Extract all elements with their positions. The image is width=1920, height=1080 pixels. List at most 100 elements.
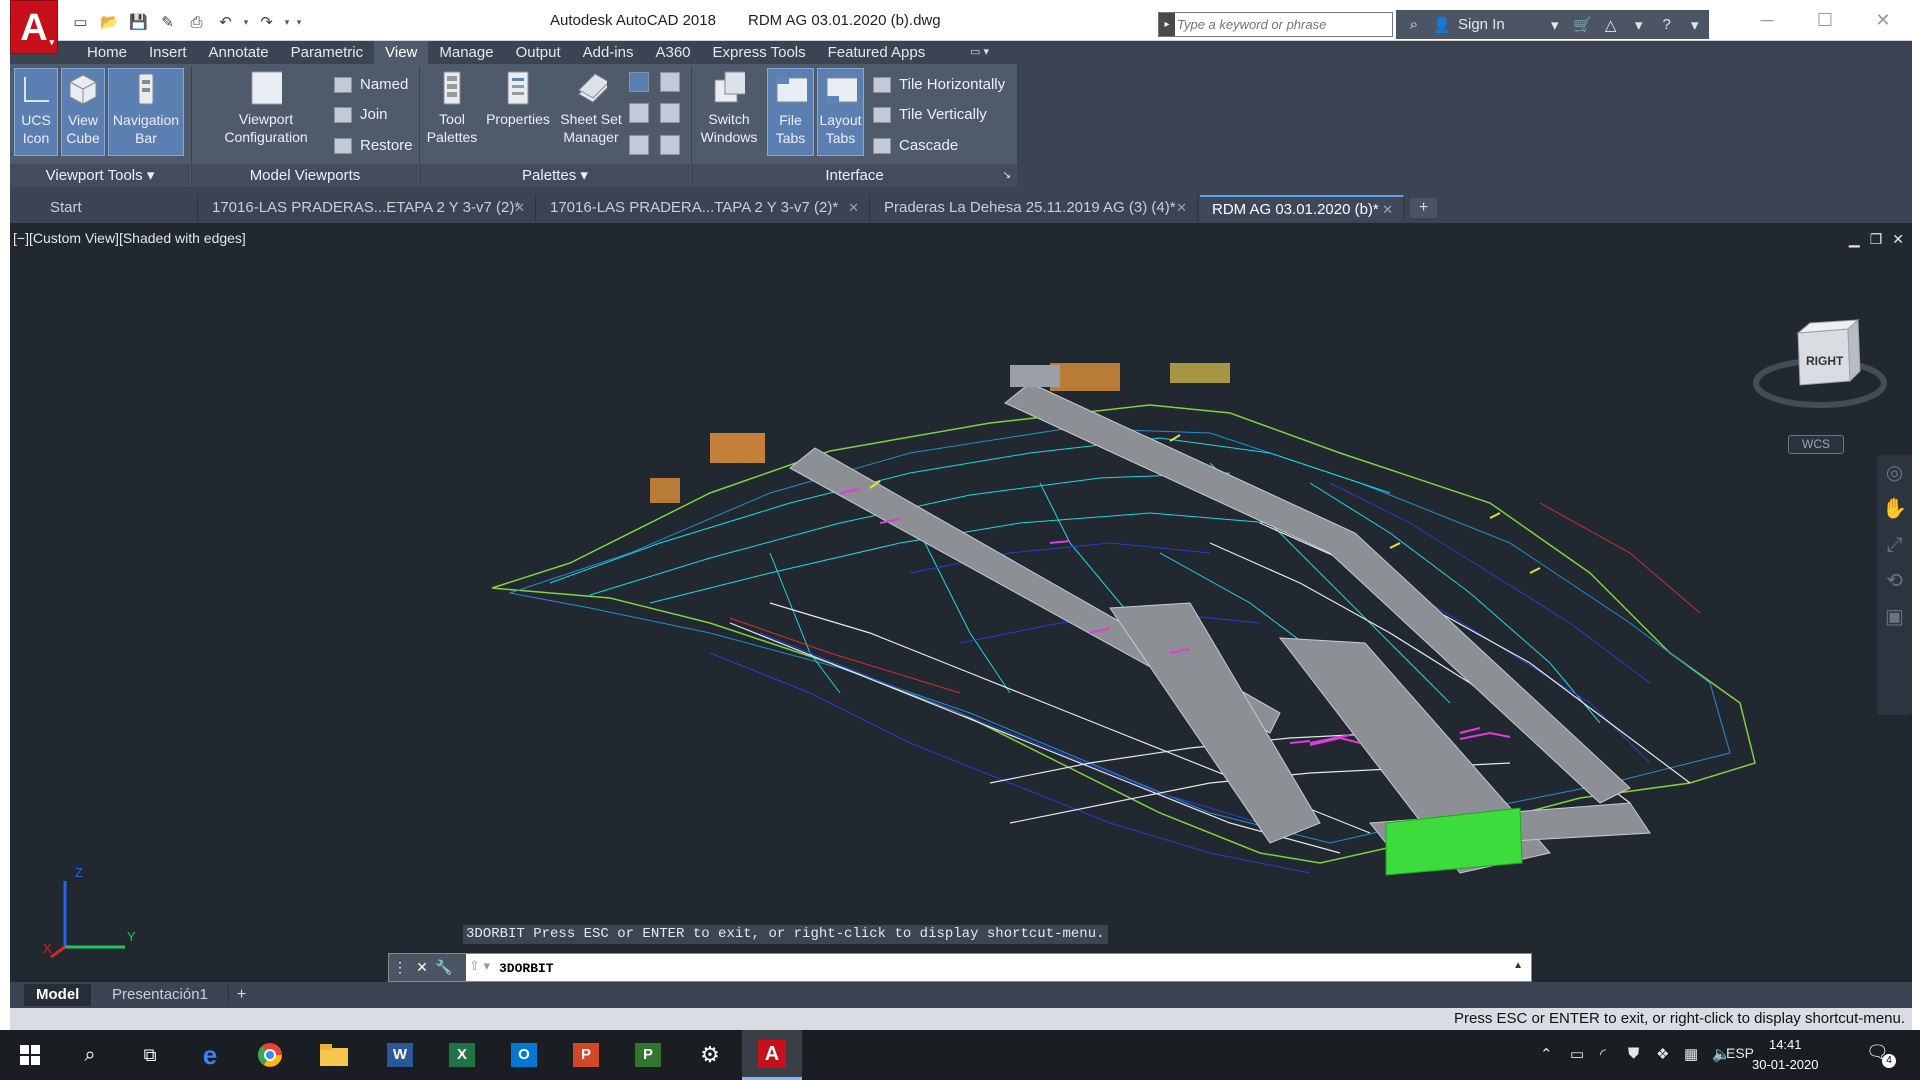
tab-annotate[interactable]: Annotate — [198, 41, 280, 64]
properties-button[interactable]: Properties — [482, 68, 554, 162]
dialog-launcher-icon[interactable]: ↘ — [1003, 164, 1011, 187]
network-icon[interactable]: ▦ — [1684, 1045, 1698, 1063]
file-tabs-button[interactable]: File Tabs — [767, 68, 814, 156]
tab-home[interactable]: Home — [76, 41, 138, 64]
file-tab-start[interactable]: Start — [38, 195, 198, 221]
tab-view[interactable]: View — [374, 41, 429, 64]
undo-dropdown-icon[interactable]: ▾ — [242, 17, 250, 28]
grip-icon[interactable]: ⋮ — [389, 959, 411, 976]
command-history-toggle-icon[interactable]: ▲ — [1513, 960, 1523, 971]
file-explorer-icon[interactable] — [304, 1030, 364, 1080]
file-tab[interactable]: 17016-LAS PRADERAS...ETAPA 2 Y 3-v7 (2)*… — [200, 195, 536, 221]
tile-vertically-button[interactable]: Tile Vertically — [873, 106, 987, 123]
customize-qat-icon[interactable]: ▾ — [295, 17, 303, 28]
ucs-icon-button[interactable]: UCS Icon — [14, 68, 58, 156]
join-viewports-button[interactable]: Join — [334, 106, 388, 123]
calculator-icon[interactable] — [660, 103, 680, 123]
windows-start-button[interactable] — [0, 1030, 60, 1080]
tool-palettes-button[interactable]: Tool Palettes — [422, 68, 482, 162]
edge-icon[interactable]: e — [180, 1030, 240, 1080]
redo-dropdown-icon[interactable]: ▾ — [283, 17, 291, 28]
file-tab[interactable]: Praderas La Dehesa 25.11.2019 AG (3) (4)… — [872, 195, 1198, 221]
cart-icon[interactable]: 🛒 — [1573, 16, 1593, 34]
close-tab-icon[interactable]: ✕ — [848, 195, 859, 221]
recent-commands-icon[interactable]: ⇧ ▾ — [469, 958, 490, 974]
new-tab-button[interactable]: + — [1410, 198, 1437, 218]
panel-viewport-tools[interactable]: Viewport Tools ▾ — [10, 164, 190, 187]
battery-icon[interactable]: ▭ — [1570, 1045, 1584, 1063]
tab-model[interactable]: Model — [24, 984, 92, 1006]
restore-viewports-button[interactable]: Restore — [334, 137, 413, 154]
markup-set-icon[interactable] — [629, 135, 649, 155]
dropbox-icon[interactable]: ❖ — [1656, 1045, 1669, 1063]
excel-icon[interactable]: X — [432, 1030, 492, 1080]
close-tab-icon[interactable]: ✕ — [1176, 195, 1187, 221]
drawing-viewport[interactable]: [−][Custom View][Shaded with edges] ▁ ❐ … — [10, 223, 1912, 982]
chevron-down-icon[interactable]: ▾ — [1685, 16, 1705, 34]
tab-insert[interactable]: Insert — [138, 41, 198, 64]
help-icon[interactable]: ? — [1657, 16, 1677, 33]
chrome-icon[interactable] — [240, 1030, 300, 1080]
showmotion-icon[interactable]: ▣ — [1877, 599, 1912, 635]
word-icon[interactable]: W — [370, 1030, 430, 1080]
redo-icon[interactable]: ↷ — [254, 10, 279, 34]
outlook-icon[interactable]: O — [494, 1030, 554, 1080]
shield-icon[interactable]: ⛊ — [1628, 1045, 1639, 1062]
close-button[interactable]: ✕ — [1854, 0, 1912, 41]
command-line-toggle-icon[interactable] — [629, 72, 649, 92]
add-layout-button[interactable]: + — [228, 985, 254, 1005]
new-file-icon[interactable]: ▭ — [68, 10, 93, 34]
tab-parametric[interactable]: Parametric — [280, 41, 375, 64]
autocad-taskbar-icon[interactable]: A — [742, 1030, 802, 1080]
chevron-up-icon[interactable]: ⌃ — [1540, 1045, 1553, 1063]
navigation-bar-button[interactable]: Navigation Bar — [108, 68, 184, 156]
pan-icon[interactable]: ✋ — [1877, 491, 1912, 527]
viewport-configuration-button[interactable]: Viewport Configuration — [206, 68, 326, 162]
tab-output[interactable]: Output — [505, 41, 572, 64]
minimize-button[interactable]: ─ — [1738, 0, 1796, 41]
print-palette-icon[interactable] — [660, 135, 680, 155]
panel-palettes[interactable]: Palettes ▾ — [420, 164, 690, 187]
task-view-icon[interactable]: ⧉ — [120, 1030, 180, 1080]
notification-center-icon[interactable]: 🗨 4 — [1866, 1042, 1896, 1068]
language-indicator[interactable]: ESP — [1726, 1045, 1754, 1061]
save-icon[interactable]: 💾 — [126, 10, 151, 34]
wifi-icon[interactable]: ◜ — [1600, 1045, 1606, 1063]
viewport-restore-icon[interactable]: ❐ — [1870, 231, 1883, 248]
sheet-set-manager-button[interactable]: Sheet Set Manager — [555, 68, 627, 162]
chevron-down-icon[interactable]: ▾ — [1629, 16, 1649, 34]
close-icon[interactable]: ✕ — [411, 959, 433, 976]
file-tab-active[interactable]: RDM AG 03.01.2020 (b)* ✕ — [1200, 195, 1404, 221]
steering-wheel-icon[interactable]: ◎ — [1877, 455, 1912, 491]
tab-featured-apps[interactable]: Featured Apps — [817, 41, 937, 64]
project-icon[interactable]: P — [618, 1030, 678, 1080]
tab-layout[interactable]: Presentación1 — [100, 984, 220, 1006]
tab-express-tools[interactable]: Express Tools — [702, 41, 817, 64]
clock[interactable]: 14:41 30-01-2020 — [1752, 1035, 1819, 1075]
search-expand-icon[interactable]: ▸ — [1159, 13, 1175, 36]
wrench-icon[interactable]: 🔧 — [433, 959, 455, 976]
application-menu-button[interactable]: A ▾ — [10, 0, 58, 54]
command-input[interactable] — [499, 958, 1479, 978]
viewport-label[interactable]: [−][Custom View][Shaded with edges] — [13, 230, 246, 246]
save-as-icon[interactable]: ✎ — [155, 10, 180, 34]
chevron-down-icon[interactable]: ▾ — [1545, 16, 1565, 34]
search-icon[interactable]: ⌕ — [60, 1030, 120, 1080]
file-tab[interactable]: 17016-LAS PRADERA...TAPA 2 Y 3-v7 (2)* ✕ — [538, 195, 870, 221]
undo-icon[interactable]: ↶ — [213, 10, 238, 34]
search-input[interactable] — [1177, 15, 1387, 34]
tab-manage[interactable]: Manage — [428, 41, 504, 64]
ribbon-display-toggle[interactable]: ▭ ▾ — [970, 45, 989, 58]
powerpoint-icon[interactable]: P — [556, 1030, 616, 1080]
layer-properties-icon[interactable] — [629, 103, 649, 123]
viewport-close-icon[interactable]: ✕ — [1892, 231, 1904, 248]
viewcube[interactable]: RIGHT — [1750, 303, 1890, 433]
switch-windows-button[interactable]: Switch Windows — [695, 68, 763, 162]
tile-horizontally-button[interactable]: Tile Horizontally — [873, 76, 1005, 93]
maximize-button[interactable]: ☐ — [1796, 0, 1854, 41]
cascade-button[interactable]: Cascade — [873, 137, 958, 154]
wcs-menu[interactable]: WCS — [1788, 435, 1844, 454]
tab-a360[interactable]: A360 — [644, 41, 701, 64]
layout-tabs-button[interactable]: Layout Tabs — [817, 68, 864, 156]
settings-gear-icon[interactable]: ⚙ — [680, 1030, 740, 1080]
